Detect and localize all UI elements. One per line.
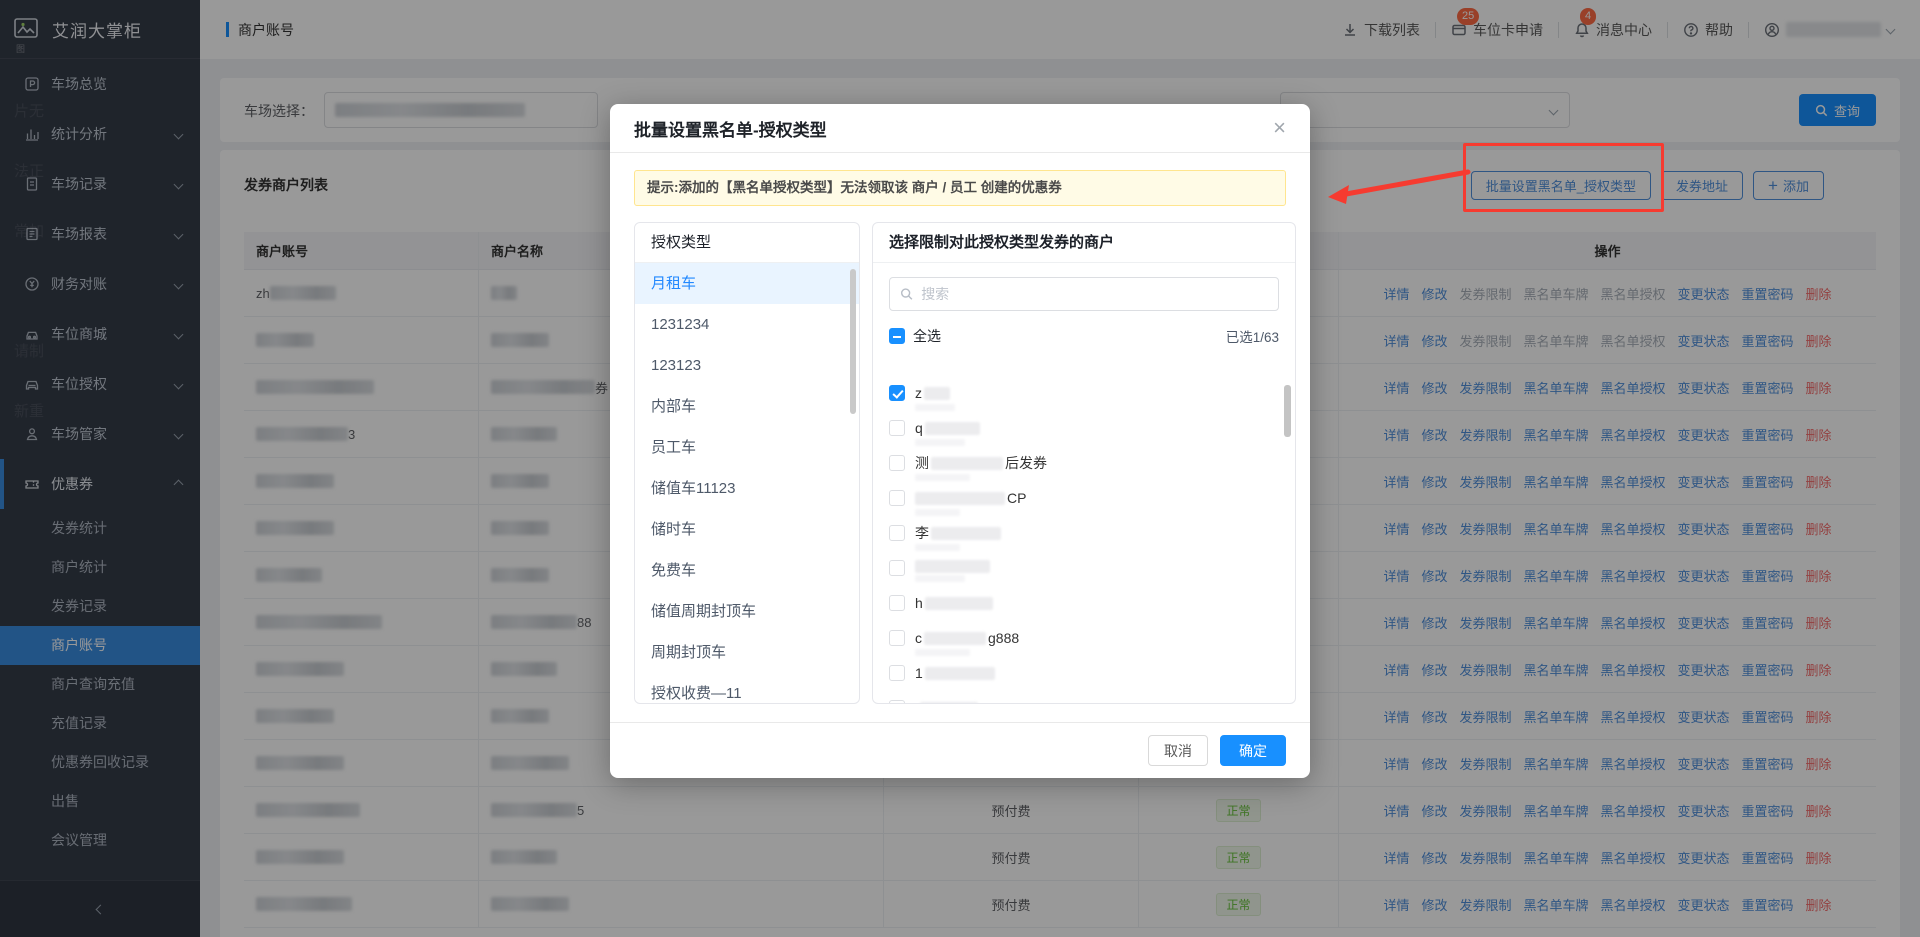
checkbox-unchecked[interactable] xyxy=(889,525,905,541)
redacted-merchant-name xyxy=(924,667,995,680)
merchant-option[interactable] xyxy=(873,556,1295,591)
checkbox-unchecked[interactable] xyxy=(889,630,905,646)
redacted-merchant-subtext xyxy=(915,544,960,551)
merchant-option[interactable]: h xyxy=(873,591,1295,626)
auth-type-item-6[interactable]: 储时车 xyxy=(635,509,859,550)
modal-footer: 取消 确定 xyxy=(610,722,1310,778)
close-icon[interactable]: × xyxy=(1273,117,1286,139)
merchant-option[interactable]: 李 xyxy=(873,521,1295,556)
merchant-option[interactable]: q xyxy=(873,416,1295,451)
checkbox-checked[interactable] xyxy=(889,385,905,401)
merchant-option-label: q xyxy=(915,420,980,446)
auth-type-item-9[interactable]: 周期封顶车 xyxy=(635,632,859,673)
cancel-button[interactable]: 取消 xyxy=(1148,735,1208,766)
merchant-option[interactable]: lag xyxy=(873,696,1295,703)
merchant-option-label xyxy=(915,560,990,582)
redacted-merchant-name xyxy=(931,527,1001,540)
scrollbar-thumb[interactable] xyxy=(1284,385,1291,437)
redacted-merchant-name xyxy=(931,457,1003,470)
auth-type-panel-title: 授权类型 xyxy=(635,223,859,263)
merchant-panel-title: 选择限制对此授权类型发券的商户 xyxy=(873,223,1295,263)
merchant-checkbox-list: zq 测后发券 CP 李 h cg888 1 lag xyxy=(873,381,1295,703)
select-all-label: 全选 xyxy=(913,328,941,344)
checkbox-unchecked[interactable] xyxy=(889,595,905,611)
auth-type-item-10[interactable]: 授权收费—11 xyxy=(635,673,859,703)
redacted-merchant-name xyxy=(920,702,979,703)
merchant-option[interactable]: c g888 xyxy=(873,626,1295,661)
checkbox-unchecked[interactable] xyxy=(889,700,905,703)
auth-type-item-5[interactable]: 储值车11123 xyxy=(635,468,859,509)
auth-type-list: 月租车 1231234 123123 内部车 员工车 储值车11123 储时车 免费车 储值周期… xyxy=(635,263,859,703)
select-all-checkbox[interactable] xyxy=(889,328,905,344)
auth-type-panel: 授权类型 月租车 1231234 123123 内部车 员工车 储值车11123 储时车 免费… xyxy=(634,222,860,704)
merchant-option-label: 1 xyxy=(915,665,995,682)
merchant-option[interactable]: CP xyxy=(873,486,1295,521)
merchant-option-label: lag xyxy=(915,700,996,703)
app-root: 图 艾润大掌柜 车场总览 统计分析 车场记录 车场报表 财务对账 车位商城 车位授权 车场管家… xyxy=(0,0,1920,937)
checkbox-unchecked[interactable] xyxy=(889,665,905,681)
checkbox-unchecked[interactable] xyxy=(889,560,905,576)
blacklist-auth-type-modal: 批量设置黑名单-授权类型 × 提示:添加的【黑名单授权类型】无法领取该 商户 /… xyxy=(610,104,1310,778)
auth-type-item-8[interactable]: 储值周期封顶车 xyxy=(635,591,859,632)
redacted-merchant-name xyxy=(924,597,993,610)
merchant-option-label: 李 xyxy=(915,525,1001,551)
merchant-option[interactable]: z xyxy=(873,381,1295,416)
search-icon xyxy=(900,288,913,300)
modal-warning-alert: 提示:添加的【黑名单授权类型】无法领取该 商户 / 员工 创建的优惠券 xyxy=(634,170,1286,206)
auth-type-item-0[interactable]: 月租车 xyxy=(635,263,859,304)
merchant-option-label: c g888 xyxy=(915,630,1019,656)
redacted-merchant-name xyxy=(924,422,980,435)
redacted-merchant-name xyxy=(924,632,986,645)
merchant-option[interactable]: 1 xyxy=(873,661,1295,696)
auth-type-item-1[interactable]: 1231234 xyxy=(635,304,859,345)
checkbox-unchecked[interactable] xyxy=(889,490,905,506)
redacted-merchant-subtext xyxy=(915,474,970,481)
merchant-option-label: h xyxy=(915,595,993,612)
redacted-merchant-name xyxy=(915,492,1005,505)
select-all-row: 全选 已选1/63 xyxy=(873,323,1295,349)
merchant-search-box[interactable] xyxy=(889,277,1279,311)
auth-type-item-7[interactable]: 免费车 xyxy=(635,550,859,591)
selected-count: 已选1/63 xyxy=(1225,330,1279,345)
merchant-option-label: CP xyxy=(915,490,1026,516)
redacted-merchant-name xyxy=(924,387,950,400)
auth-type-item-2[interactable]: 123123 xyxy=(635,345,859,386)
merchant-select-panel: 选择限制对此授权类型发券的商户 全选 已选1/63 zq 测后发券 CP 李 h cg88… xyxy=(872,222,1296,704)
checkbox-unchecked[interactable] xyxy=(889,420,905,436)
checkbox-unchecked[interactable] xyxy=(889,455,905,471)
modal-title: 批量设置黑名单-授权类型 xyxy=(634,120,827,140)
merchant-search-input[interactable] xyxy=(921,286,1268,302)
merchant-option-label: 测后发券 xyxy=(915,455,1047,481)
redacted-merchant-subtext xyxy=(915,649,970,656)
auth-type-item-4[interactable]: 员工车 xyxy=(635,427,859,468)
redacted-merchant-subtext xyxy=(915,575,965,582)
merchant-option-label: z xyxy=(915,385,955,411)
confirm-button[interactable]: 确定 xyxy=(1220,735,1286,766)
redacted-merchant-subtext xyxy=(915,404,955,411)
redacted-merchant-subtext xyxy=(915,509,960,516)
merchant-option[interactable]: 测后发券 xyxy=(873,451,1295,486)
scrollbar-thumb[interactable] xyxy=(850,269,856,414)
modal-header: 批量设置黑名单-授权类型 × xyxy=(610,104,1310,153)
redacted-merchant-name xyxy=(915,560,990,573)
redacted-merchant-subtext xyxy=(915,439,965,446)
auth-type-item-3[interactable]: 内部车 xyxy=(635,386,859,427)
